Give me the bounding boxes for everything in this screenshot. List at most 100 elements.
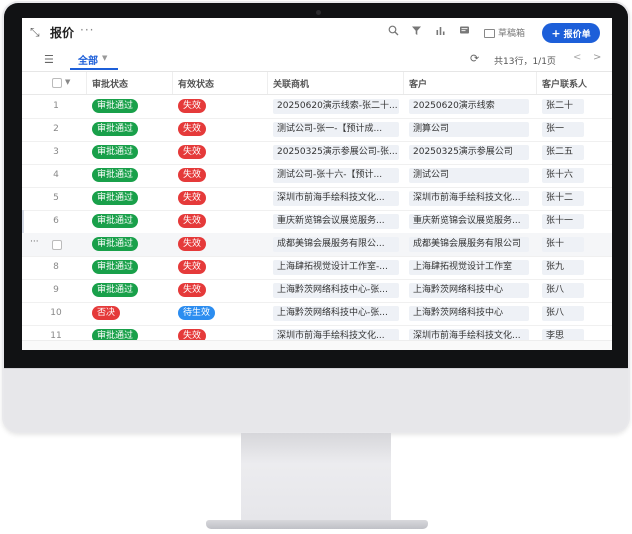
chevron-down-icon[interactable]: ▼ xyxy=(65,78,70,86)
customer-cell[interactable]: 20250325演示参展公司 xyxy=(409,145,529,160)
header-approval-status[interactable]: 审批状态 xyxy=(92,77,128,90)
contact-cell[interactable]: 张一 xyxy=(542,122,584,137)
header-related-opportunity[interactable]: 关联商机 xyxy=(273,77,309,90)
validity-status-badge: 失效 xyxy=(178,260,207,274)
table-row[interactable]: 4 审批通过 失效 测试公司-张十六-【预计... 测试公司 张十六 xyxy=(22,164,612,188)
new-quote-label: 报价单 xyxy=(563,29,591,40)
new-quote-button[interactable]: + 报价单 xyxy=(542,23,600,43)
approval-status-badge: 审批通过 xyxy=(92,168,139,182)
approval-status-badge: 审批通过 xyxy=(92,260,139,274)
next-page-icon[interactable]: > xyxy=(593,52,601,63)
column-divider xyxy=(267,72,268,94)
header-customer-contact[interactable]: 客户联系人 xyxy=(542,77,587,90)
select-all-checkbox[interactable] xyxy=(52,78,62,88)
customer-cell[interactable]: 上海黔茨网络科技中心 xyxy=(409,306,529,321)
opportunity-cell[interactable]: 20250325演示参展公司-张... xyxy=(273,145,399,160)
approval-status-badge: 审批通过 xyxy=(92,283,139,297)
row-more-icon[interactable]: ··· xyxy=(30,237,39,247)
opportunity-cell[interactable]: 上海肆拓视觉设计工作室-... xyxy=(273,260,399,275)
page-title: 报价 xyxy=(50,26,75,40)
column-divider xyxy=(536,72,537,94)
header-validity-status[interactable]: 有效状态 xyxy=(178,77,214,90)
approval-status-badge: 审批通过 xyxy=(92,99,139,113)
chevron-down-icon[interactable]: ▼ xyxy=(102,54,107,62)
app-screen: ⤡ 报价 ··· 草稿箱 + 报价单 ☰ 全部 ▼ ⟳ 共13行，1/1页 < … xyxy=(22,18,612,350)
validity-status-badge: 失效 xyxy=(178,237,207,251)
more-icon[interactable]: ··· xyxy=(80,23,94,37)
row-number: 9 xyxy=(53,285,59,295)
horizontal-scrollbar[interactable] xyxy=(22,340,612,350)
table-row[interactable]: 9 审批通过 失效 上海黔茨网络科技中心-张... 上海黔茨网络科技中心 张八 xyxy=(22,279,612,303)
approval-status-badge: 审批通过 xyxy=(92,214,139,228)
approval-status-badge: 否决 xyxy=(92,306,121,320)
list-view-icon[interactable]: ☰ xyxy=(44,53,54,66)
approval-status-badge: 审批通过 xyxy=(92,237,139,251)
customer-cell[interactable]: 测算公司 xyxy=(409,122,529,137)
opportunity-cell[interactable]: 成都美锦会展服务有限公... xyxy=(273,237,399,252)
row-count-text: 共13行，1/1页 xyxy=(494,57,556,67)
contact-cell[interactable]: 张八 xyxy=(542,306,584,321)
customer-cell[interactable]: 上海肆拓视觉设计工作室 xyxy=(409,260,529,275)
customer-cell[interactable]: 20250620演示线索 xyxy=(409,99,529,114)
draft-box-label: 草稿箱 xyxy=(498,29,526,39)
contact-cell[interactable]: 张二五 xyxy=(542,145,584,160)
opportunity-cell[interactable]: 上海黔茨网络科技中心-张... xyxy=(273,306,399,321)
contact-cell[interactable]: 张九 xyxy=(542,260,584,275)
row-number: 6 xyxy=(53,216,59,226)
customer-cell[interactable]: 成都美锦会展服务有限公司 xyxy=(409,237,529,252)
table-row[interactable]: 6 审批通过 失效 重庆新览锦会议展览服务... 重庆新览锦会议展览服务... … xyxy=(22,210,612,234)
row-number: 8 xyxy=(53,262,59,272)
table-row[interactable]: 2 审批通过 失效 测试公司-张一-【预计成... 测算公司 张一 xyxy=(22,118,612,142)
inbox-icon xyxy=(484,29,495,38)
comment-icon[interactable] xyxy=(459,25,470,39)
contact-cell[interactable]: 张八 xyxy=(542,283,584,298)
previous-page-icon[interactable]: < xyxy=(573,52,581,63)
search-icon[interactable] xyxy=(388,25,399,39)
opportunity-cell[interactable]: 深圳市前海手绘科技文化... xyxy=(273,191,399,206)
contact-cell[interactable]: 张十一 xyxy=(542,214,584,229)
table-row[interactable]: 3 审批通过 失效 20250325演示参展公司-张... 20250325演示… xyxy=(22,141,612,165)
customer-cell[interactable]: 重庆新览锦会议展览服务... xyxy=(409,214,529,229)
tab-all[interactable]: 全部 xyxy=(78,52,98,67)
chart-icon[interactable] xyxy=(435,25,446,39)
approval-status-badge: 审批通过 xyxy=(92,191,139,205)
validity-status-badge: 失效 xyxy=(178,283,207,297)
column-divider xyxy=(403,72,404,94)
validity-status-badge: 失效 xyxy=(178,99,207,113)
approval-status-badge: 审批通过 xyxy=(92,145,139,159)
contact-cell[interactable]: 张十 xyxy=(542,237,584,252)
contact-cell[interactable]: 张二十 xyxy=(542,99,584,114)
opportunity-cell[interactable]: 测试公司-张十六-【预计... xyxy=(273,168,399,183)
expand-icon[interactable]: ⤡ xyxy=(30,25,40,40)
customer-cell[interactable]: 测试公司 xyxy=(409,168,529,183)
filter-icon[interactable] xyxy=(411,25,422,39)
table-row[interactable]: 10 否决 待生效 上海黔茨网络科技中心-张... 上海黔茨网络科技中心 张八 xyxy=(22,302,612,326)
approval-status-badge: 审批通过 xyxy=(92,122,139,136)
row-number: 5 xyxy=(53,193,59,203)
active-tab-indicator xyxy=(70,68,118,70)
customer-cell[interactable]: 上海黔茨网络科技中心 xyxy=(409,283,529,298)
opportunity-cell[interactable]: 20250620演示线索-张二十... xyxy=(273,99,399,114)
opportunity-cell[interactable]: 上海黔茨网络科技中心-张... xyxy=(273,283,399,298)
customer-cell[interactable]: 深圳市前海手绘科技文化... xyxy=(409,191,529,206)
contact-cell[interactable]: 张十二 xyxy=(542,191,584,206)
camera-icon xyxy=(316,10,321,15)
refresh-icon[interactable]: ⟳ xyxy=(470,52,479,65)
header-customer[interactable]: 客户 xyxy=(409,77,427,90)
row-checkbox[interactable] xyxy=(52,240,62,250)
opportunity-cell[interactable]: 测试公司-张一-【预计成... xyxy=(273,122,399,137)
table-row[interactable]: 5 审批通过 失效 深圳市前海手绘科技文化... 深圳市前海手绘科技文化... … xyxy=(22,187,612,211)
row-number: 2 xyxy=(53,124,59,134)
table-row[interactable]: 1 审批通过 失效 20250620演示线索-张二十... 20250620演示… xyxy=(22,95,612,119)
column-divider xyxy=(172,72,173,94)
table-row[interactable]: 8 审批通过 失效 上海肆拓视觉设计工作室-... 上海肆拓视觉设计工作室 张九 xyxy=(22,256,612,280)
tab-bar: ☰ 全部 ▼ ⟳ 共13行，1/1页 < > xyxy=(22,49,612,72)
validity-status-badge: 待生效 xyxy=(178,306,216,320)
draft-box-button[interactable]: 草稿箱 xyxy=(484,26,525,39)
contact-cell[interactable]: 张十六 xyxy=(542,168,584,183)
row-accent xyxy=(22,210,24,233)
table-row-hovered[interactable]: ··· 审批通过 失效 成都美锦会展服务有限公... 成都美锦会展服务有限公司 … xyxy=(22,233,612,257)
opportunity-cell[interactable]: 重庆新览锦会议展览服务... xyxy=(273,214,399,229)
monitor-base xyxy=(206,520,428,529)
row-number: 4 xyxy=(53,170,59,180)
